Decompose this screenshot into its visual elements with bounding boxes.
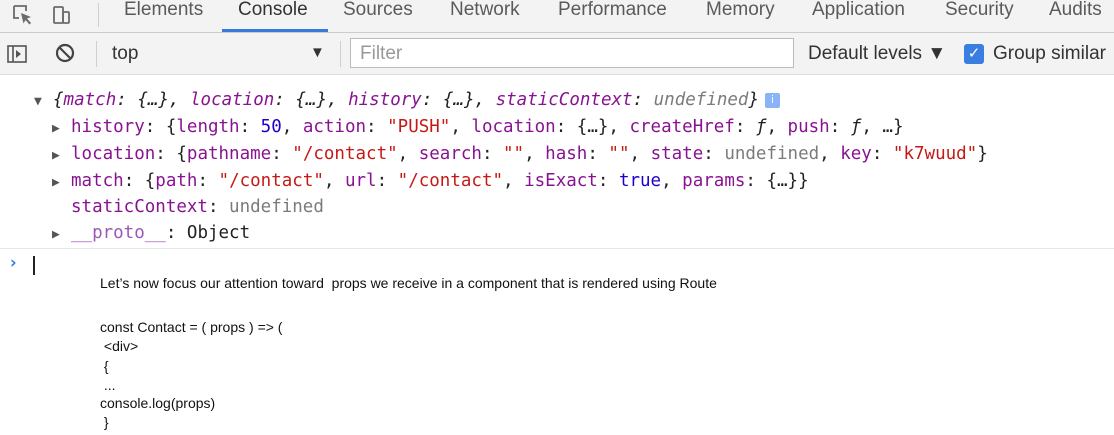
console-output: ▼ {match: {…}, location: {…}, history: {…… [0,75,1114,247]
context-selector[interactable]: top [112,43,138,65]
toolbar-separator [98,3,99,27]
toolbar-separator [340,41,341,67]
note-line: Let’s now focus our attention toward pro… [100,275,717,291]
clear-console-icon[interactable] [54,42,76,64]
info-icon[interactable]: i [765,93,781,108]
dropdown-arrow-icon[interactable]: ▼ [310,44,325,61]
code-line: console.log(props) [100,395,216,411]
code-line: { [100,358,109,374]
match-row[interactable]: ▶ match: {path: "/contact", url: "/contac… [52,168,809,195]
tab-audits[interactable]: Audits [1049,0,1102,23]
console-toolbar: top ▼ Default levels ▼ ✓ Group similar [0,33,1114,75]
tab-memory[interactable]: Memory [706,0,775,23]
group-similar-checkbox[interactable]: ✓ [964,44,984,64]
text-caret [33,256,35,275]
show-sidebar-icon[interactable] [6,43,28,65]
inspect-element-icon[interactable] [12,4,34,26]
tab-security[interactable]: Security [945,0,1014,23]
proto-row[interactable]: ▶ __proto__: Object [52,220,250,247]
collapse-triangle-icon[interactable]: ▶ [52,221,60,248]
devtools-tab-bar: Elements Console Sources Network Perform… [0,0,1114,33]
static-context-row: staticContext: undefined [71,197,324,217]
prompt-chevron-icon: › [8,253,19,273]
collapse-triangle-icon[interactable]: ▶ [52,142,60,169]
tab-console[interactable]: Console [238,0,308,23]
tab-elements[interactable]: Elements [124,0,203,23]
default-levels-dropdown[interactable]: Default levels ▼ [808,43,946,65]
tab-application[interactable]: Application [812,0,905,23]
tab-performance[interactable]: Performance [558,0,667,23]
tab-sources[interactable]: Sources [343,0,413,23]
object-summary-row[interactable]: ▼ {match: {…}, location: {…}, history: {…… [34,87,781,115]
filter-input[interactable] [350,38,794,68]
history-row[interactable]: ▶ history: {length: 50, action: "PUSH", l… [52,114,904,141]
code-line: } [100,414,109,430]
device-toolbar-icon[interactable] [50,4,72,26]
expand-triangle-icon[interactable]: ▼ [34,88,42,115]
group-similar-label: Group similar [993,43,1106,64]
collapse-triangle-icon[interactable]: ▶ [52,115,60,142]
tab-network[interactable]: Network [450,0,520,23]
location-row[interactable]: ▶ location: {pathname: "/contact", search… [52,141,988,168]
active-tab-indicator [222,29,328,32]
code-line: const Contact = ( props ) => ( [100,319,283,335]
collapse-triangle-icon[interactable]: ▶ [52,169,60,196]
code-line: ... [100,377,116,393]
code-line: <div> [100,338,139,354]
toolbar-separator [96,41,97,67]
